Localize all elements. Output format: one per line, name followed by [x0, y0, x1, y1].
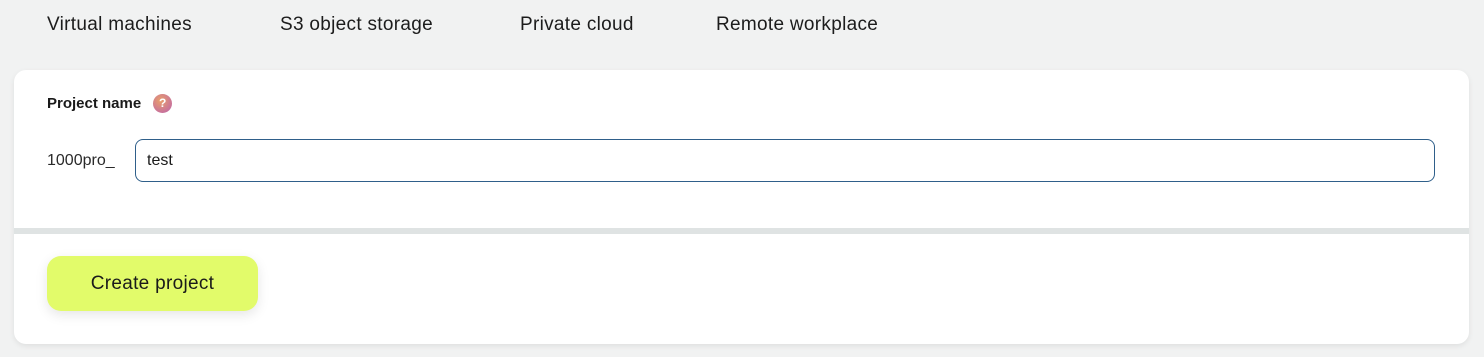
tab-s3-object-storage[interactable]: S3 object storage	[280, 14, 433, 36]
project-name-label-row: Project name ?	[47, 94, 173, 113]
create-project-card: Project name ? 1000pro_ Create project	[14, 70, 1469, 344]
tab-remote-workplace[interactable]: Remote workplace	[716, 14, 878, 36]
create-project-button[interactable]: Create project	[47, 256, 258, 311]
project-name-prefix: 1000pro_	[47, 152, 115, 169]
section-divider	[14, 228, 1469, 234]
question-mark-icon[interactable]: ?	[153, 94, 173, 113]
product-tabs: Virtual machines S3 object storage Priva…	[0, 0, 1484, 52]
tab-virtual-machines[interactable]: Virtual machines	[47, 14, 192, 36]
project-name-label: Project name	[47, 95, 142, 112]
project-name-input[interactable]	[135, 139, 1435, 182]
tab-private-cloud[interactable]: Private cloud	[520, 14, 634, 36]
